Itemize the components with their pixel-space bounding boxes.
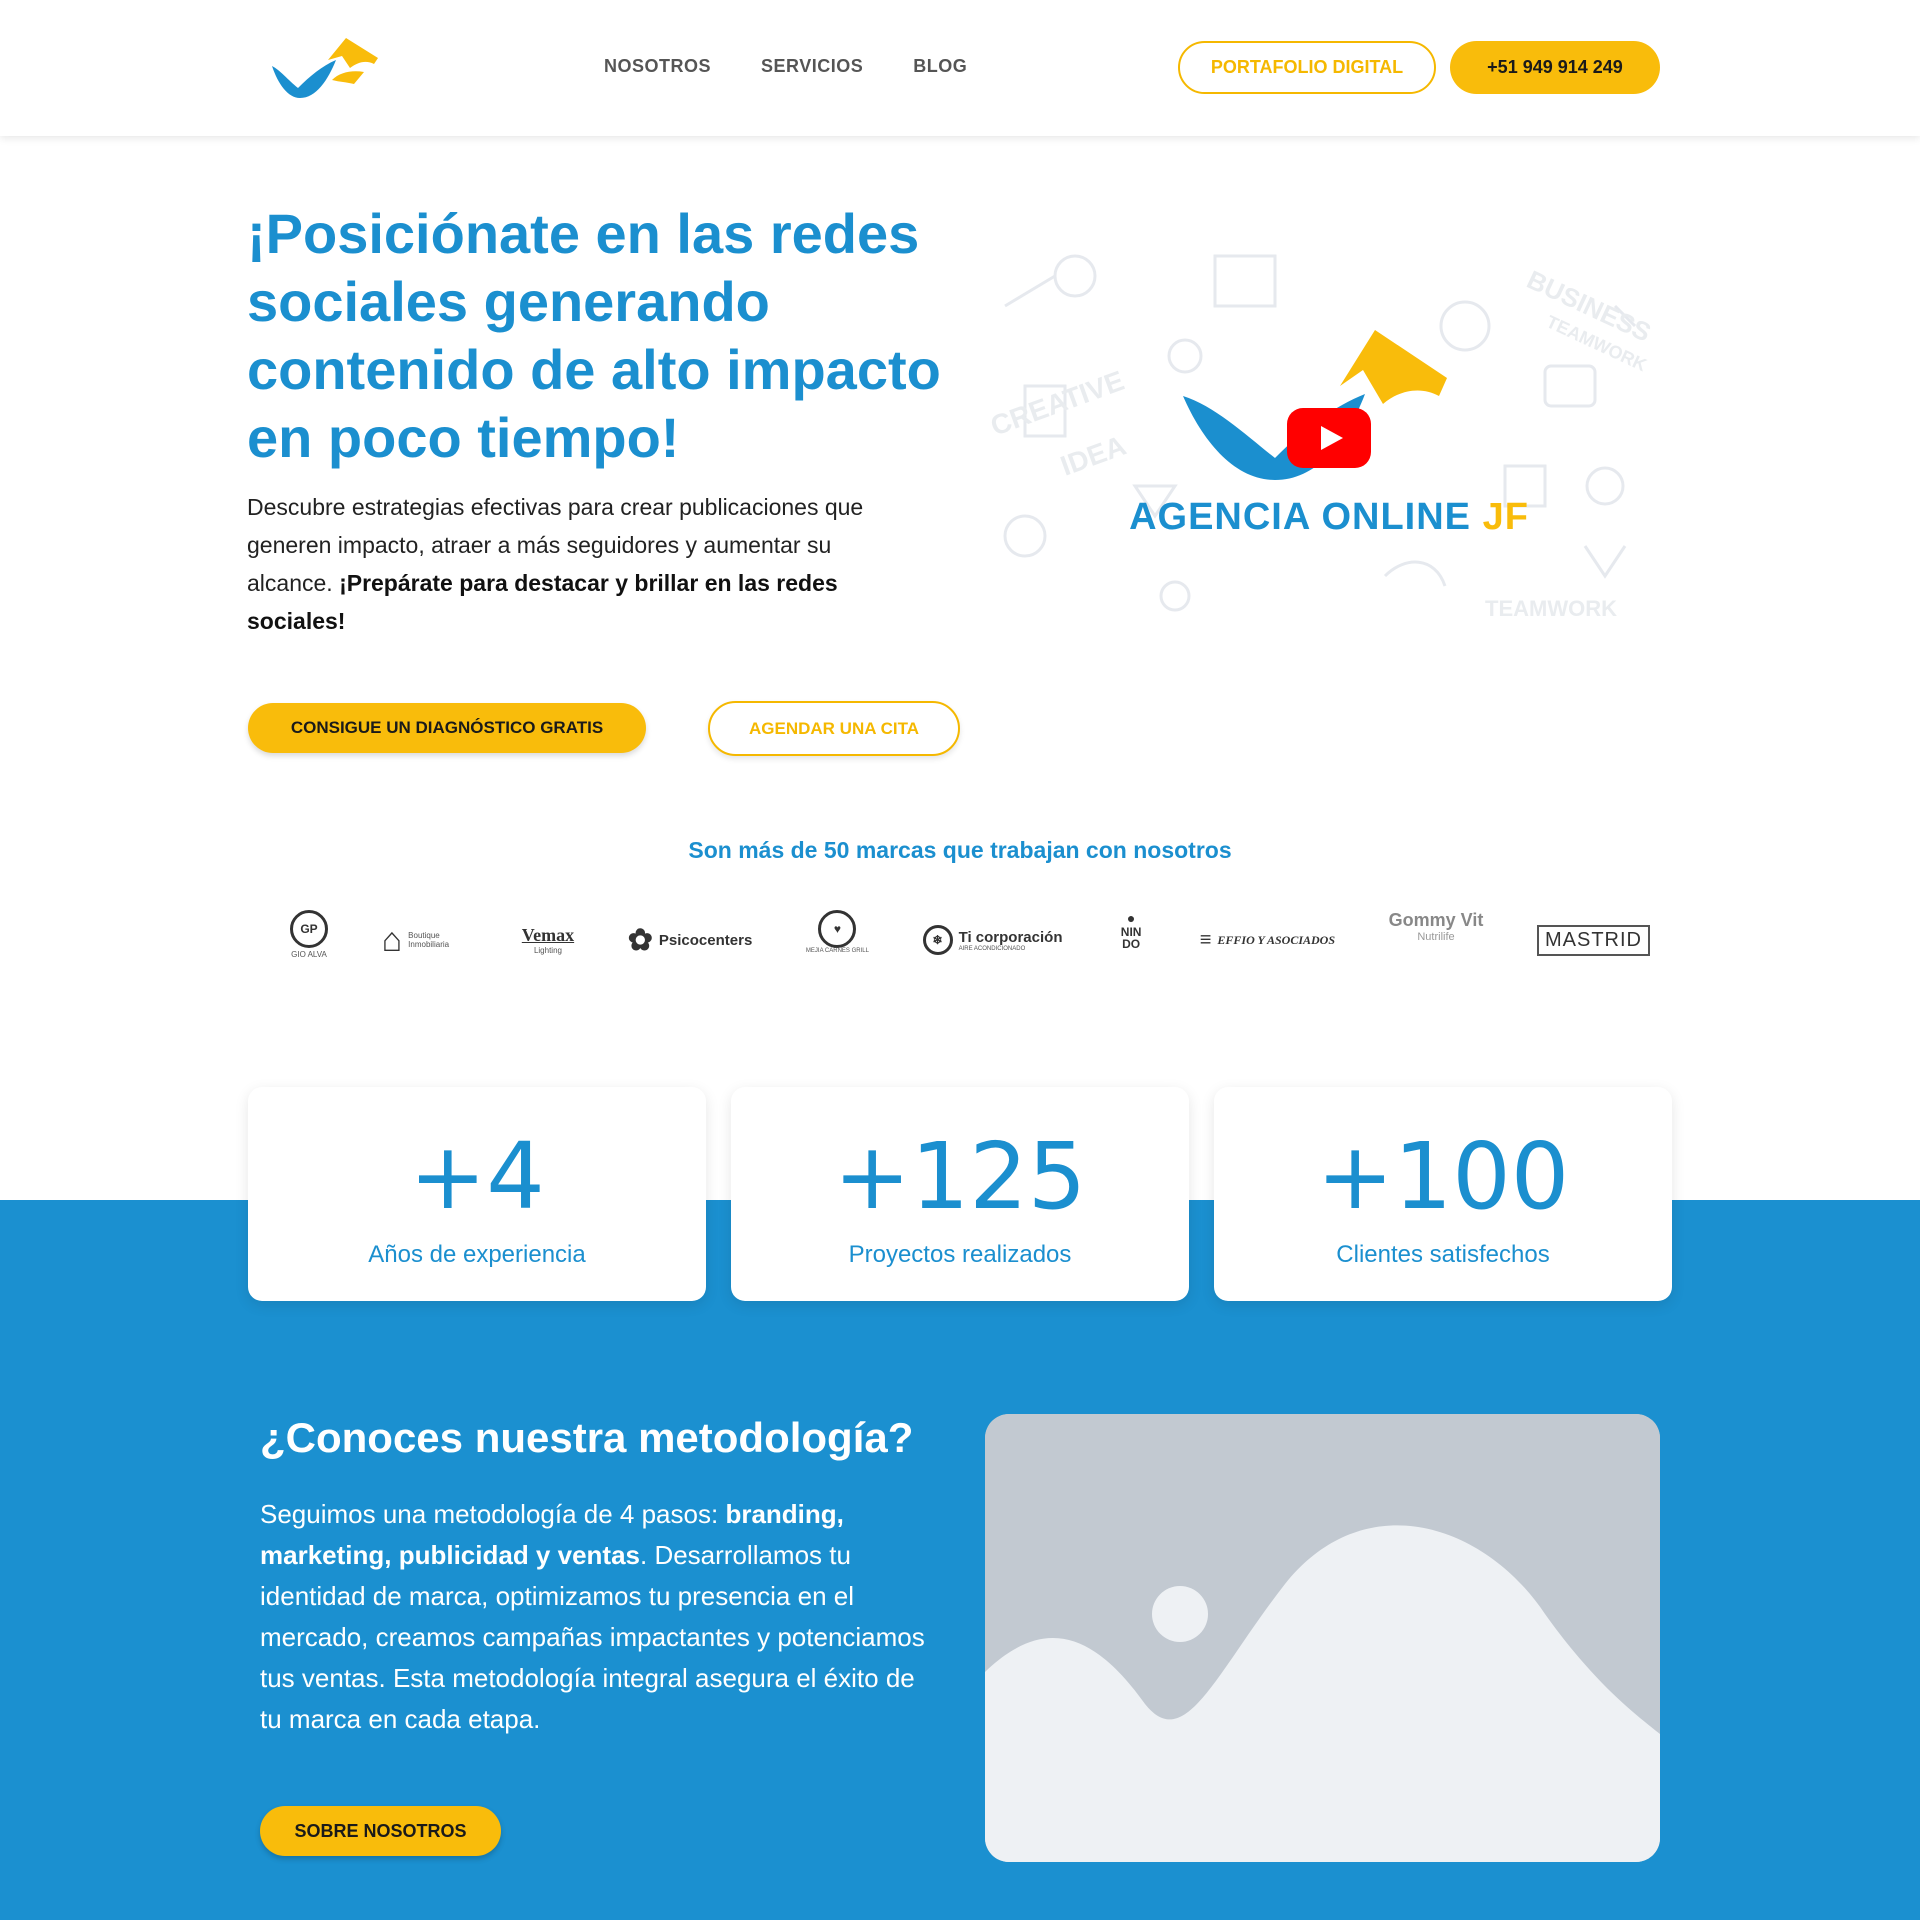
brand-gio-alva-mark: GP xyxy=(290,910,328,948)
portfolio-button[interactable]: PORTAFOLIO DIGITAL xyxy=(1178,41,1436,94)
brain-icon: ✿ xyxy=(627,923,653,957)
video-embed[interactable]: CREATIVE IDEA BUSINESS TEAMWORK TEAMWORK… xyxy=(985,246,1673,630)
brand-mejia-mark: ♥ xyxy=(818,910,857,948)
main-nav: NOSOTROS SERVICIOS BLOG xyxy=(604,56,967,77)
brand-vemax: Vemax Lighting xyxy=(522,910,574,970)
hero-description: Descubre estrategias efectivas para crea… xyxy=(247,488,867,640)
brand-vemax-name: Vemax xyxy=(521,925,575,945)
free-diagnosis-button[interactable]: CONSIGUE UN DIAGNÓSTICO GRATIS xyxy=(248,703,646,753)
nav-servicios[interactable]: SERVICIOS xyxy=(761,56,863,77)
stat-value: +125 xyxy=(833,1123,1087,1230)
house-icon: ⌂ xyxy=(381,920,403,959)
brands-title: Son más de 50 marcas que trabajan con no… xyxy=(688,837,1232,863)
methodology-title: ¿Conoces nuestra metodología? xyxy=(260,1414,914,1461)
brand-gommy-sub: Nutrilife xyxy=(1417,931,1455,943)
effio-icon: ≡ xyxy=(1199,928,1212,951)
brand-psicocenters-name: Psicocenters xyxy=(658,931,753,949)
brand-gommy-name: Gommy Vit xyxy=(1388,910,1484,930)
brand-mastrid: MASTRID xyxy=(1536,924,1650,956)
brand-mejia-carnes-grill: ♥ MEJIA CARNES GRILL xyxy=(806,910,869,970)
svg-text:CREATIVE: CREATIVE xyxy=(986,365,1128,442)
methodology-text: Seguimos una metodología de 4 pasos: bra… xyxy=(260,1494,940,1740)
schedule-appointment-button[interactable]: AGENDAR UNA CITA xyxy=(708,701,960,756)
about-us-button[interactable]: SOBRE NOSOTROS xyxy=(260,1806,501,1856)
brand-effio-name: EFFIO Y ASOCIADOS xyxy=(1217,932,1336,947)
svg-text:TEAMWORK: TEAMWORK xyxy=(1485,596,1617,621)
brand-boutique-name: Boutique Inmobiliaria xyxy=(408,931,450,949)
brand-boutique-inmobiliaria: ⌂ Boutique Inmobiliaria xyxy=(382,910,469,970)
nav-blog[interactable]: BLOG xyxy=(913,56,967,77)
stat-card-projects: +125 Proyectos realizados xyxy=(731,1087,1189,1301)
play-icon[interactable] xyxy=(1287,408,1371,468)
brand-gommy-vit: Gommy Vit Nutrilife xyxy=(1389,910,1484,970)
brand-ti-corporacion: ❄ Ti corporación AIRE ACONDICIONADO xyxy=(922,910,1063,970)
nav-nosotros[interactable]: NOSOTROS xyxy=(604,56,711,77)
video-caption: AGENCIA ONLINE JF xyxy=(985,496,1673,539)
brand-effio: ≡ EFFIO Y ASOCIADOS xyxy=(1200,910,1335,970)
snowflake-icon: ❄ xyxy=(922,925,953,955)
video-caption-accent: JF xyxy=(1482,496,1529,538)
stat-value: +4 xyxy=(409,1123,545,1230)
image-placeholder-icon xyxy=(985,1414,1660,1862)
video-caption-main: AGENCIA ONLINE xyxy=(1129,496,1483,538)
nindo-icon: ● xyxy=(1126,910,1136,926)
site-header: NOSOTROS SERVICIOS BLOG PORTAFOLIO DIGIT… xyxy=(0,0,1920,136)
brand-nindo-name: NIN DO xyxy=(1120,925,1142,951)
brand-mejia-name: MEJIA CARNES GRILL xyxy=(805,948,869,954)
svg-text:IDEA: IDEA xyxy=(1056,430,1129,482)
image-placeholder xyxy=(985,1414,1660,1862)
stat-label: Clientes satisfechos xyxy=(1336,1241,1550,1268)
stat-label: Proyectos realizados xyxy=(848,1241,1072,1268)
brand-nindo: ● NIN DO xyxy=(1116,910,1146,970)
stat-card-experience: +4 Años de experiencia xyxy=(248,1087,706,1301)
hero-title: ¡Posiciónate en las redes sociales gener… xyxy=(247,202,941,469)
agency-logo[interactable] xyxy=(270,36,382,102)
stat-label: Años de experiencia xyxy=(368,1241,586,1268)
phone-button[interactable]: +51 949 914 249 xyxy=(1450,41,1660,94)
brand-gio-alva: GP GIO ALVA xyxy=(290,910,328,970)
brand-gio-alva-name: GIO ALVA xyxy=(291,950,327,959)
brand-ti-sub: AIRE ACONDICIONADO xyxy=(958,945,1026,952)
brand-logos: GP GIO ALVA ⌂ Boutique Inmobiliaria Vema… xyxy=(290,908,1650,972)
brand-vemax-sub: Lighting xyxy=(533,946,562,955)
methodology-text-1: Seguimos una metodología de 4 pasos: xyxy=(260,1499,726,1529)
stat-card-clients: +100 Clientes satisfechos xyxy=(1214,1087,1672,1301)
brand-psicocenters: ✿ Psicocenters xyxy=(628,910,753,970)
brand-ti-name: Ti corporación xyxy=(958,928,1063,946)
stat-value: +100 xyxy=(1316,1123,1570,1230)
